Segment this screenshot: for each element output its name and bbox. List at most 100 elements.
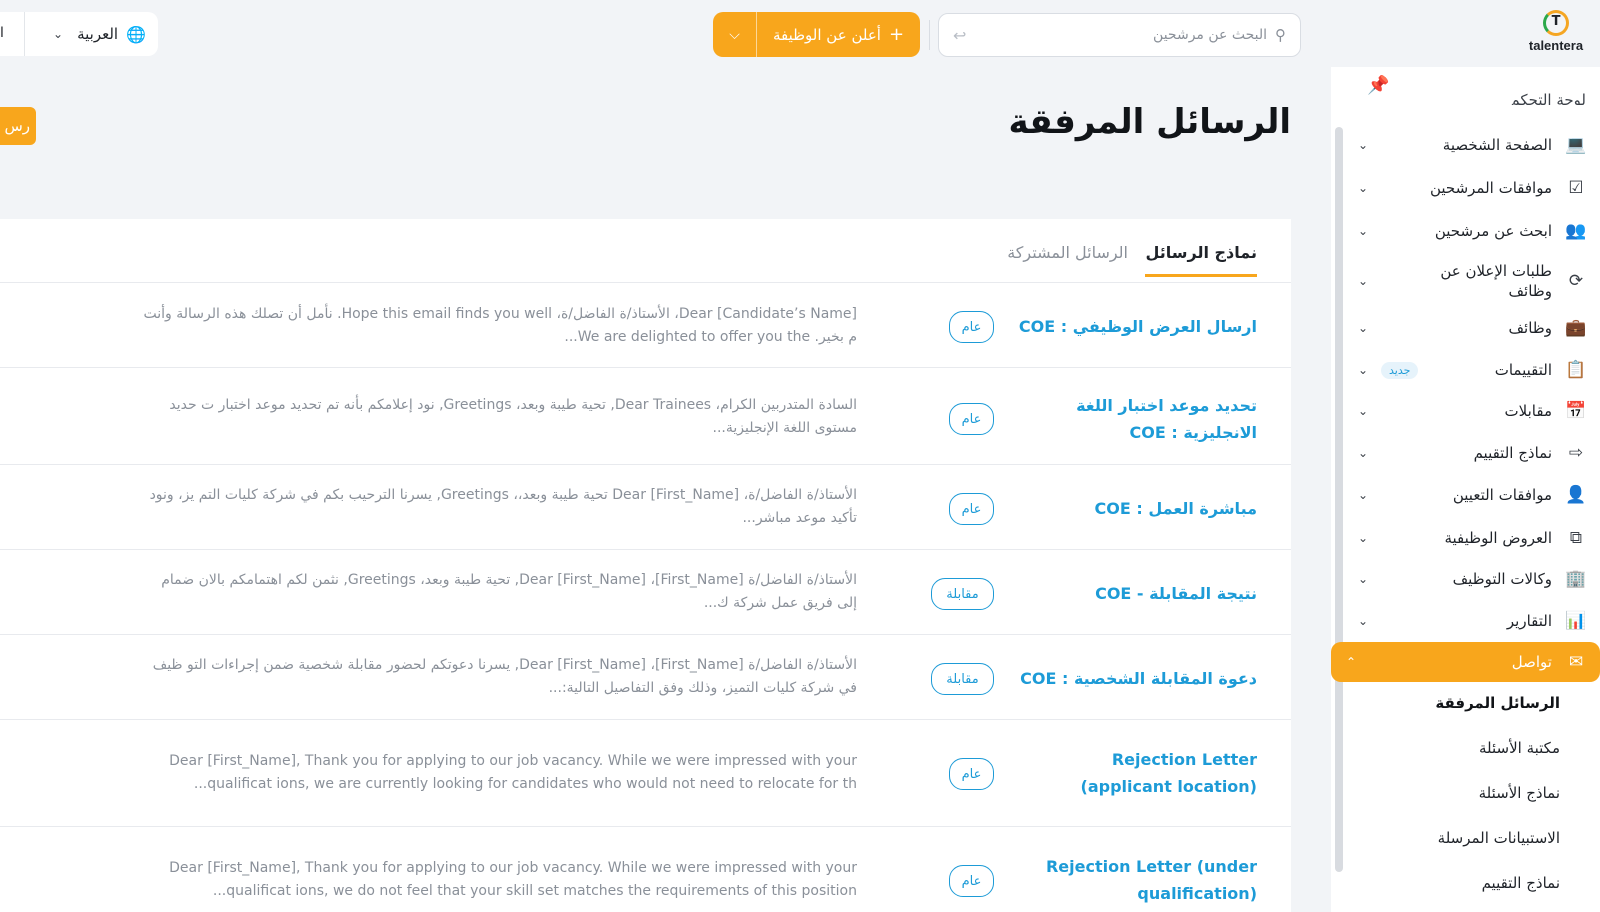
calendar-icon: 📅 — [1565, 401, 1587, 421]
sidebar-item-dashboard[interactable]: لوحة التحكم — [1510, 93, 1586, 105]
template-tag-badge: مقابلة — [931, 578, 994, 610]
table-row[interactable]: تحديد موعد اختبار اللغة الانجليزية : COE… — [0, 368, 1291, 465]
mail-icon: ✉ — [1568, 652, 1584, 672]
copy-icon: ⧉ — [1569, 528, 1583, 548]
sidebar-item-find-candidates[interactable]: 👥 ابحث عن مرشحين ⌄ — [1343, 221, 1588, 241]
building-icon: 🏢 — [1565, 569, 1587, 589]
language-selector[interactable]: 🌐 العربية ⌄ ا — [0, 12, 158, 56]
new-badge: جديد — [1381, 361, 1419, 379]
sidebar-subitem-attached-messages[interactable]: الرسائل المرفقة — [1435, 694, 1560, 712]
table-row[interactable]: Rejection Letter (applicant location) عا… — [0, 720, 1291, 827]
sidebar-item-jobs[interactable]: 💼 وظائف ⌄ — [1343, 318, 1588, 338]
users-search-icon: 👥 — [1565, 221, 1587, 241]
table-row[interactable]: مباشرة العمل : COE عام الأستاذ/ة الفاضل/… — [0, 465, 1291, 550]
template-preview: الأستاذ/ة الفاضل/ة، Dear [First_Name] تح… — [149, 487, 857, 526]
post-job-label: أعلن عن الوظيفة — [772, 25, 881, 44]
template-preview: الأستاذ/ة الفاضل/ة [First_Name]، Dear [F… — [152, 657, 857, 696]
globe-icon: 🌐 — [126, 24, 146, 44]
chevron-down-icon: ⌵ — [729, 26, 740, 43]
form-enter-icon: ⇨ — [1568, 443, 1584, 463]
chevron-down-icon: ⌄ — [1357, 224, 1369, 238]
sidebar-item-label: الصفحة الشخصية — [1442, 136, 1552, 154]
checklist-icon: ☑ — [1568, 178, 1584, 198]
chevron-down-icon: ⌄ — [1357, 446, 1369, 460]
user-menu-cut[interactable]: ا — [0, 25, 4, 41]
bar-chart-icon: 📊 — [1565, 611, 1587, 631]
chevron-down-icon: ⌄ — [1357, 363, 1369, 377]
user-add-icon: 👤 — [1565, 485, 1587, 505]
logo-wordmark: talentera — [1528, 38, 1584, 53]
sidebar-item-label: مقابلات — [1504, 402, 1552, 420]
assessment-icon: 📋 — [1565, 360, 1587, 380]
chevron-down-icon: ⌄ — [1357, 138, 1369, 152]
language-divider — [24, 12, 25, 56]
sidebar-item-communication[interactable]: ✉ تواصل ⌃ — [1331, 642, 1600, 682]
sidebar-item-label: التقييمات — [1494, 361, 1552, 379]
sidebar-subitem-evaluation-templates[interactable]: نماذج التقييم — [1482, 874, 1560, 892]
chevron-down-icon: ⌄ — [1357, 614, 1369, 628]
sidebar-item-label: موافقات المرشحين — [1429, 179, 1552, 197]
sidebar-scrollbar[interactable] — [1335, 127, 1343, 872]
sidebar-subitem-question-templates[interactable]: نماذج الأسئلة — [1479, 784, 1560, 802]
logo-mark-icon: T — [1543, 10, 1569, 36]
template-name-link[interactable]: تحديد موعد اختبار اللغة الانجليزية : COE — [1017, 392, 1257, 446]
refresh-icon: ⟳ — [1568, 271, 1584, 291]
template-name-link[interactable]: Rejection Letter (applicant location) — [1017, 746, 1257, 800]
sidebar-item-profile[interactable]: 💻 الصفحة الشخصية ⌄ — [1343, 135, 1588, 155]
sidebar-item-label: موافقات التعيين — [1452, 486, 1552, 504]
post-job-button[interactable]: + أعلن عن الوظيفة ⌵ — [713, 12, 920, 57]
sidebar-item-hiring-approvals[interactable]: 👤 موافقات التعيين ⌄ — [1343, 485, 1588, 505]
templates-panel: نماذج الرسائل الرسائل المشتركة ارسال الع… — [0, 219, 1291, 912]
pin-icon[interactable]: 📌 — [1367, 75, 1389, 96]
template-name-link[interactable]: نتيجة المقابلة - COE — [1017, 580, 1257, 607]
template-tag-badge: عام — [949, 758, 994, 790]
return-arrow-icon: ↩ — [953, 25, 967, 45]
table-row[interactable]: ارسال العرض الوظيفي : COE عام Dear [Cand… — [0, 283, 1291, 368]
briefcase-icon: 💼 — [1565, 318, 1587, 338]
template-tag-badge: عام — [949, 493, 994, 525]
sidebar-item-job-offers[interactable]: ⧉ العروض الوظيفية ⌄ — [1343, 528, 1588, 548]
candidate-search-input[interactable]: ⚲ البحث عن مرشحين ↩ — [938, 13, 1301, 57]
template-preview: Dear [Candidate’s Name]، الأستاذ/ة الفاض… — [143, 306, 857, 345]
sidebar-item-label: العروض الوظيفية — [1444, 529, 1552, 547]
sidebar-item-interviews[interactable]: 📅 مقابلات ⌄ — [1343, 401, 1588, 421]
table-row[interactable]: نتيجة المقابلة - COE مقابلة الأستاذ/ة ال… — [0, 550, 1291, 635]
chevron-up-icon: ⌃ — [1345, 655, 1357, 669]
post-job-main[interactable]: + أعلن عن الوظيفة — [757, 12, 920, 57]
sidebar-item-agencies[interactable]: 🏢 وكالات التوظيف ⌄ — [1343, 569, 1588, 589]
template-name-link[interactable]: دعوة المقابلة الشخصية : COE — [1017, 665, 1257, 692]
tab-shared-messages[interactable]: الرسائل المشتركة — [1007, 243, 1128, 274]
page-title: الرسائل المرفقة — [1008, 102, 1291, 142]
template-preview: الأستاذ/ة الفاضل/ة [First_Name]، Dear [F… — [161, 572, 857, 611]
sidebar-item-job-requests[interactable]: ⟳ طلبات الإعلان عن وظائف ⌄ — [1343, 261, 1588, 301]
chevron-down-icon: ⌄ — [1357, 404, 1369, 418]
template-tag-badge: مقابلة — [931, 663, 994, 695]
sidebar-item-reports[interactable]: 📊 التقارير ⌄ — [1343, 611, 1588, 631]
template-name-link[interactable]: ارسال العرض الوظيفي : COE — [1017, 313, 1257, 340]
topbar-divider — [929, 20, 930, 50]
template-tag-badge: عام — [949, 865, 994, 897]
template-tag-badge: عام — [949, 403, 994, 435]
chevron-down-icon: ⌄ — [1357, 488, 1369, 502]
sidebar-item-label: ابحث عن مرشحين — [1434, 222, 1552, 240]
tab-message-templates[interactable]: نماذج الرسائل — [1145, 243, 1257, 277]
talentera-logo[interactable]: T talentera — [1524, 10, 1588, 58]
sidebar-item-candidate-approvals[interactable]: ☑ موافقات المرشحين ⌄ — [1343, 178, 1588, 198]
sidebar-item-evaluation-forms[interactable]: ⇨ نماذج التقييم ⌄ — [1343, 443, 1588, 463]
template-name-link[interactable]: مباشرة العمل : COE — [1017, 495, 1258, 522]
template-name-link[interactable]: Rejection Letter (under qualification) — [1017, 853, 1257, 907]
create-template-button[interactable]: رس — [0, 107, 36, 145]
post-job-dropdown-button[interactable]: ⌵ — [713, 12, 757, 57]
plus-icon: + — [888, 24, 905, 45]
sidebar-subitem-question-library[interactable]: مكتبة الأسئلة — [1479, 739, 1560, 757]
chevron-down-icon: ⌄ — [1357, 181, 1369, 195]
search-icon: ⚲ — [1275, 26, 1286, 44]
sidebar: 📌 لوحة التحكم 💻 الصفحة الشخصية ⌄ ☑ موافق… — [1331, 67, 1600, 912]
table-row[interactable]: Rejection Letter (under qualification) ع… — [0, 827, 1291, 912]
table-row[interactable]: دعوة المقابلة الشخصية : COE مقابلة الأست… — [0, 635, 1291, 720]
sidebar-item-label: التقارير — [1506, 612, 1552, 630]
chevron-down-icon: ⌄ — [1357, 531, 1369, 545]
sidebar-subitem-sent-surveys[interactable]: الاستبيانات المرسلة — [1438, 829, 1560, 847]
tabs-bar: نماذج الرسائل الرسائل المشتركة — [0, 219, 1291, 283]
sidebar-item-assessments[interactable]: 📋 التقييمات جديد ⌄ — [1343, 360, 1588, 380]
